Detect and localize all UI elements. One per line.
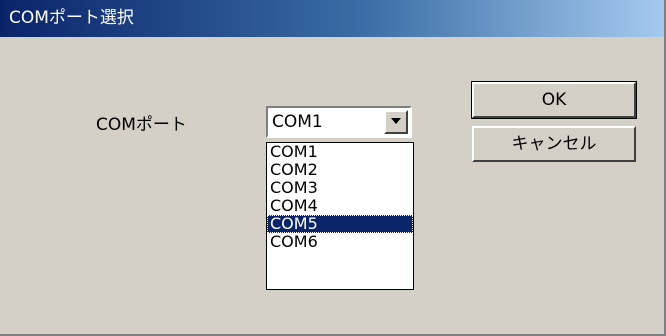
dropdown-option-com2[interactable]: COM2 <box>267 161 413 179</box>
ok-button[interactable]: OK <box>471 81 637 119</box>
com-port-dropdown-list: COM1 COM2 COM3 COM4 COM5 COM6 <box>266 142 414 290</box>
com-port-dialog: COMポート選択 COMポート COM1 COM1 COM2 COM3 COM4… <box>0 0 666 336</box>
title-bar[interactable]: COMポート選択 <box>0 0 664 37</box>
com-port-select-value: COM1 <box>272 112 323 132</box>
dropdown-option-com6[interactable]: COM6 <box>267 233 413 251</box>
cancel-button[interactable]: キャンセル <box>472 126 636 162</box>
dropdown-option-com5[interactable]: COM5 <box>267 215 413 233</box>
chevron-down-icon <box>391 118 401 124</box>
dropdown-option-com3[interactable]: COM3 <box>267 179 413 197</box>
com-port-label: COMポート <box>96 115 187 135</box>
dropdown-option-com1[interactable]: COM1 <box>267 143 413 161</box>
dropdown-option-com4[interactable]: COM4 <box>267 197 413 215</box>
dropdown-button[interactable] <box>384 110 408 134</box>
com-port-select[interactable]: COM1 <box>266 106 412 138</box>
window-title: COMポート選択 <box>9 8 134 28</box>
